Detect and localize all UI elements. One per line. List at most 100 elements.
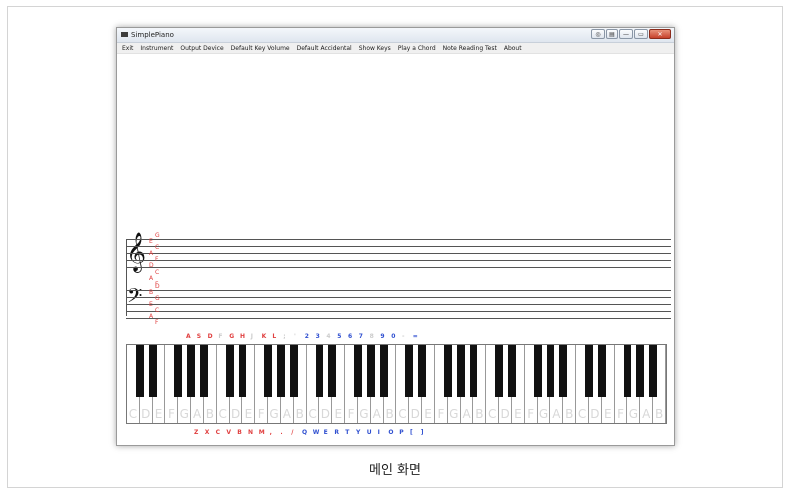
black-key[interactable] bbox=[559, 345, 568, 397]
staff-line bbox=[126, 311, 671, 312]
grand-staff[interactable]: 𝄞 𝄢 GECAFDCAFDBGECAF bbox=[117, 228, 674, 328]
black-key[interactable] bbox=[649, 345, 658, 397]
lower-key-label: Y bbox=[356, 429, 361, 436]
upper-key-label: = bbox=[412, 333, 418, 340]
upper-key-label: G bbox=[229, 333, 235, 340]
menu-exit[interactable]: Exit bbox=[122, 45, 133, 52]
menu-show-keys[interactable]: Show Keys bbox=[359, 45, 391, 52]
black-key[interactable] bbox=[508, 345, 516, 397]
white-key-label: B bbox=[654, 407, 664, 421]
white-key-label: D bbox=[141, 407, 151, 421]
lower-key-label: R bbox=[334, 429, 340, 436]
note-name-label: E bbox=[149, 238, 153, 245]
black-key[interactable] bbox=[379, 345, 388, 397]
white-key-label: D bbox=[410, 407, 420, 421]
white-key-label: F bbox=[347, 407, 355, 421]
black-key[interactable] bbox=[200, 345, 208, 397]
staff-line bbox=[126, 304, 671, 305]
upper-key-label: J bbox=[250, 333, 254, 340]
white-key-label: G bbox=[179, 407, 189, 421]
black-key[interactable] bbox=[418, 345, 427, 397]
black-key[interactable] bbox=[238, 345, 247, 397]
menu-default-accidental[interactable]: Default Accidental bbox=[297, 45, 352, 52]
white-key-label: A bbox=[192, 407, 202, 421]
black-key[interactable] bbox=[636, 345, 645, 397]
white-key-label: E bbox=[424, 407, 432, 421]
black-key[interactable] bbox=[277, 345, 285, 397]
lower-key-label: U bbox=[366, 429, 372, 436]
treble-clef-icon: 𝄞 bbox=[126, 232, 147, 272]
lower-key-label: ] bbox=[420, 429, 424, 436]
lower-key-label: W bbox=[312, 429, 320, 436]
rollup-button[interactable]: ◎ bbox=[591, 29, 605, 39]
white-key-label: C bbox=[308, 407, 317, 421]
black-key[interactable] bbox=[225, 345, 234, 397]
white-key-label: F bbox=[167, 407, 175, 421]
note-name-label: F bbox=[155, 319, 159, 326]
menu-instrument[interactable]: Instrument bbox=[140, 45, 173, 52]
close-button[interactable]: ✕ bbox=[649, 29, 671, 39]
white-key-label: G bbox=[538, 407, 549, 421]
lower-key-label: V bbox=[226, 429, 232, 436]
upper-key-label: 9 bbox=[380, 333, 385, 340]
white-key-label: C bbox=[577, 407, 587, 421]
white-key-label: B bbox=[205, 407, 215, 421]
white-key-label: C bbox=[218, 407, 227, 421]
black-key[interactable] bbox=[546, 345, 555, 397]
black-key[interactable] bbox=[623, 345, 632, 397]
black-key[interactable] bbox=[366, 345, 375, 397]
title-bar[interactable]: SimplePiano ◎ ▤ — ▭ ✕ bbox=[117, 28, 674, 43]
black-key[interactable] bbox=[443, 345, 452, 397]
white-key-label: E bbox=[514, 407, 522, 421]
note-name-label: C bbox=[155, 244, 160, 251]
lower-key-label: E bbox=[323, 429, 328, 436]
black-key[interactable] bbox=[585, 345, 593, 397]
white-key-label: G bbox=[269, 407, 279, 421]
note-name-label: E bbox=[149, 301, 153, 308]
black-key[interactable] bbox=[328, 345, 337, 397]
minimize-button[interactable]: — bbox=[619, 29, 633, 39]
black-key[interactable] bbox=[174, 345, 183, 397]
black-key[interactable] bbox=[469, 345, 478, 397]
white-key-label: F bbox=[257, 407, 265, 421]
black-key[interactable] bbox=[264, 345, 273, 397]
staff-line bbox=[126, 239, 671, 240]
staff-line bbox=[126, 253, 671, 254]
white-key-label: F bbox=[617, 407, 625, 421]
black-key[interactable] bbox=[456, 345, 465, 397]
lower-key-label: B bbox=[237, 429, 242, 436]
menu-default-key-volume[interactable]: Default Key Volume bbox=[231, 45, 290, 52]
white-key-label: E bbox=[603, 407, 612, 421]
black-key[interactable] bbox=[533, 345, 542, 397]
upper-key-label: F bbox=[218, 333, 223, 340]
black-key[interactable] bbox=[135, 345, 144, 397]
lower-key-label: / bbox=[291, 429, 294, 436]
lower-key-label: Z bbox=[194, 429, 199, 436]
staff-line bbox=[126, 297, 671, 298]
maximize-button[interactable]: ▭ bbox=[634, 29, 648, 39]
menu-note-reading-test[interactable]: Note Reading Test bbox=[443, 45, 497, 52]
upper-key-label: 4 bbox=[326, 333, 331, 340]
black-key[interactable] bbox=[289, 345, 298, 397]
lower-key-label: Q bbox=[302, 429, 308, 436]
lower-key-label: I bbox=[377, 429, 380, 436]
black-key[interactable] bbox=[148, 345, 157, 397]
white-key-label: C bbox=[398, 407, 407, 421]
upper-key-label: 8 bbox=[369, 333, 374, 340]
restore-alt-button[interactable]: ▤ bbox=[606, 29, 618, 39]
white-key-label: A bbox=[462, 407, 471, 421]
menu-play-a-chord[interactable]: Play a Chord bbox=[398, 45, 436, 52]
black-key[interactable] bbox=[354, 345, 362, 397]
upper-key-label: ' bbox=[294, 333, 296, 340]
black-key[interactable] bbox=[405, 345, 414, 397]
black-key[interactable] bbox=[495, 345, 504, 397]
menu-about[interactable]: About bbox=[504, 45, 522, 52]
black-key[interactable] bbox=[315, 345, 324, 397]
window-controls: ◎ ▤ — ▭ ✕ bbox=[591, 29, 671, 39]
upper-key-label: S bbox=[196, 333, 202, 340]
black-key[interactable] bbox=[597, 345, 606, 397]
menu-output-device[interactable]: Output Device bbox=[180, 45, 223, 52]
white-key-label: B bbox=[565, 407, 574, 421]
white-key-label: B bbox=[475, 407, 484, 421]
black-key[interactable] bbox=[187, 345, 196, 397]
